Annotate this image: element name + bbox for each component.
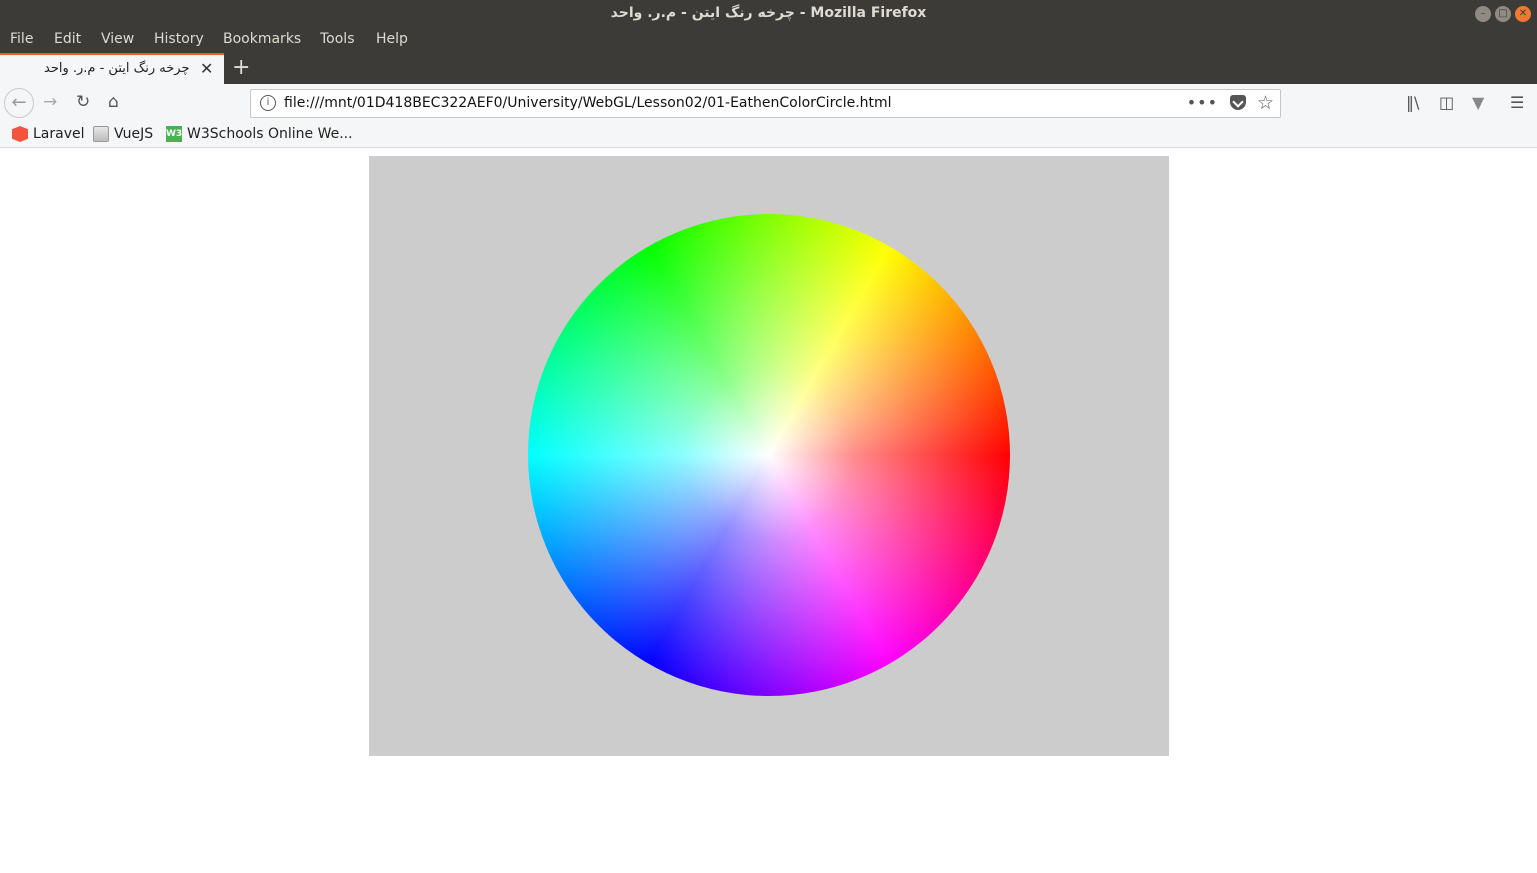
- tab-title: چرخه رنگ ایتن - م.ر. واحد: [44, 61, 190, 76]
- bookmark-label: W3Schools Online We...: [187, 126, 353, 142]
- window-controls: – □ ✕: [1475, 6, 1531, 22]
- bookmark-vuejs[interactable]: VueJS: [93, 126, 153, 142]
- menu-file[interactable]: File: [10, 31, 33, 47]
- bookmarks-toolbar: Laravel VueJS W3 W3Schools Online We...: [0, 123, 1537, 148]
- hamburger-menu-icon[interactable]: ☰: [1510, 93, 1524, 112]
- tab-active[interactable]: چرخه رنگ ایتن - م.ر. واحد ✕: [0, 53, 224, 84]
- site-info-icon[interactable]: i: [260, 95, 276, 111]
- bookmark-w3schools[interactable]: W3 W3Schools Online We...: [166, 126, 353, 142]
- menu-help[interactable]: Help: [376, 31, 408, 47]
- webgl-canvas: [369, 156, 1169, 756]
- sidebar-icon[interactable]: ◫: [1439, 93, 1454, 112]
- back-button[interactable]: ←: [4, 88, 34, 118]
- w3schools-icon: W3: [166, 126, 182, 142]
- menu-view[interactable]: View: [101, 31, 134, 47]
- maximize-button[interactable]: □: [1495, 6, 1511, 22]
- menu-history[interactable]: History: [154, 31, 204, 47]
- bookmark-laravel[interactable]: Laravel: [12, 126, 85, 142]
- window-title: چرخه رنگ ایتن - م.ر. واحد - Mozilla Fire…: [610, 5, 927, 21]
- new-tab-button[interactable]: +: [232, 55, 250, 80]
- menu-bookmarks[interactable]: Bookmarks: [223, 31, 301, 47]
- color-wheel: [528, 214, 1010, 696]
- bookmark-star-icon[interactable]: ☆: [1257, 92, 1274, 114]
- tab-strip: چرخه رنگ ایتن - م.ر. واحد ✕ +: [0, 53, 1537, 84]
- vue-devtools-icon[interactable]: ▼: [1472, 93, 1484, 112]
- url-text[interactable]: file:///mnt/01D418BEC322AEF0/University/…: [284, 95, 892, 111]
- navigation-bar: ← → ↻ ⌂ i file:///mnt/01D418BEC322AEF0/U…: [0, 84, 1537, 123]
- vue-icon: [93, 126, 109, 142]
- forward-icon[interactable]: →: [43, 92, 57, 112]
- home-icon[interactable]: ⌂: [108, 92, 119, 112]
- laravel-icon: [12, 126, 28, 142]
- menu-tools[interactable]: Tools: [320, 31, 355, 47]
- pocket-icon[interactable]: [1230, 95, 1246, 110]
- window-titlebar: چرخه رنگ ایتن - م.ر. واحد - Mozilla Fire…: [0, 0, 1537, 28]
- library-icon[interactable]: ‖\: [1406, 93, 1419, 112]
- minimize-button[interactable]: –: [1475, 6, 1491, 22]
- url-bar[interactable]: i file:///mnt/01D418BEC322AEF0/Universit…: [250, 89, 1281, 118]
- menu-bar: File Edit View History Bookmarks Tools H…: [0, 28, 1537, 53]
- reload-icon[interactable]: ↻: [76, 92, 90, 112]
- page-actions-icon[interactable]: •••: [1187, 93, 1218, 112]
- bookmark-label: VueJS: [114, 126, 154, 142]
- menu-edit[interactable]: Edit: [54, 31, 81, 47]
- bookmark-label: Laravel: [33, 126, 85, 142]
- tab-close-icon[interactable]: ✕: [200, 59, 213, 78]
- back-arrow-icon: ←: [11, 92, 27, 113]
- close-window-button[interactable]: ✕: [1515, 6, 1531, 22]
